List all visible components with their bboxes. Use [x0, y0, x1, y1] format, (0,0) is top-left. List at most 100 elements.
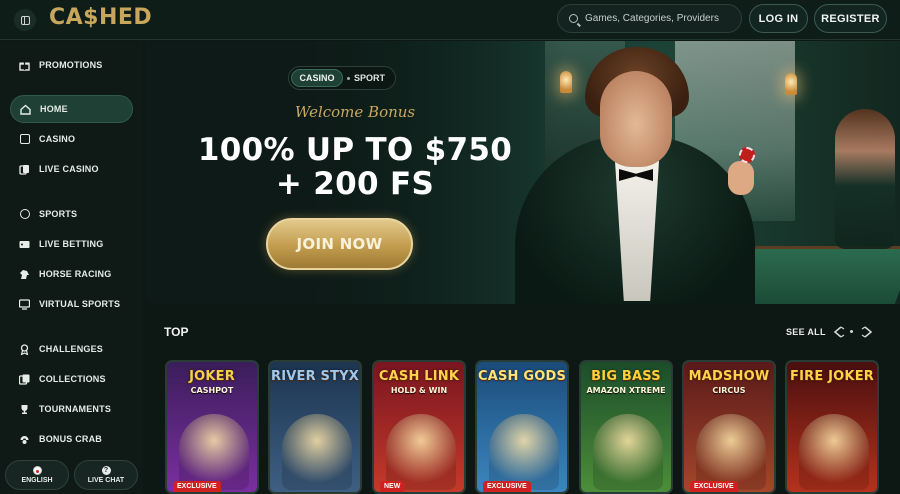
game-title: RIVER STYX — [271, 369, 359, 384]
medal-icon — [19, 343, 30, 355]
site-logo[interactable]: CA$HED — [49, 5, 152, 30]
sidebar: PROMOTIONS HOME CASINO LIVE CASINO SPORT… — [0, 41, 143, 494]
game-tile[interactable]: FIRE JOKER — [785, 360, 879, 494]
chat-icon: ? — [101, 466, 111, 475]
sidebar-item-home[interactable]: HOME — [10, 95, 133, 123]
casino-sport-toggle[interactable]: CASINO SPORT — [288, 66, 396, 90]
carousel-prev-button[interactable] — [832, 325, 846, 339]
sidebar-item-label: BONUS CRAB — [39, 434, 103, 444]
game-tile[interactable]: MADSHOW CIRCUS EXCLUSIVE — [682, 360, 776, 494]
sidebar-item-label: PROMOTIONS — [39, 60, 103, 70]
cards-icon — [19, 164, 30, 175]
sidebar-item-promotions[interactable]: PROMOTIONS — [10, 51, 133, 79]
game-artwork — [593, 414, 663, 490]
game-title: CASH GODS — [477, 369, 567, 384]
tab-casino[interactable]: CASINO — [291, 69, 343, 87]
sidebar-item-horse-racing[interactable]: HORSE RACING — [10, 260, 133, 288]
sidebar-item-bonus-crab[interactable]: BONUS CRAB — [10, 425, 133, 453]
hero-banner: CASINO SPORT Welcome Bonus 100% UP TO $7… — [145, 41, 900, 304]
game-title: CASH LINK — [378, 369, 460, 384]
language-selector-button[interactable]: ENGLISH — [5, 460, 69, 490]
carousel-next-button[interactable] — [860, 325, 874, 339]
bonus-offer-title: 100% UP TO $750 + 200 FS — [175, 133, 535, 201]
live-chat-label: LIVE CHAT — [87, 477, 125, 484]
sidebar-item-live-casino[interactable]: LIVE CASINO — [10, 155, 133, 183]
sidebar-item-label: HORSE RACING — [39, 269, 112, 279]
language-label: ENGLISH — [21, 477, 53, 484]
slot-machine-icon — [19, 134, 30, 145]
tab-sport[interactable]: SPORT — [354, 73, 385, 83]
game-subtitle: CASHPOT — [190, 386, 234, 395]
bonus-offer-line2: + 200 FS — [275, 166, 435, 202]
game-badge: NEW — [380, 481, 405, 492]
dealer-image — [835, 109, 895, 249]
game-tile[interactable]: BIG BASS AMAZON XTREME — [579, 360, 673, 494]
flag-icon — [32, 466, 42, 475]
lamp-icon — [785, 73, 797, 95]
horse-icon — [19, 269, 30, 280]
game-artwork — [386, 414, 456, 490]
live-chat-button[interactable]: ? LIVE CHAT — [74, 460, 138, 490]
game-tile[interactable]: CASH LINK HOLD & WIN NEW — [372, 360, 466, 494]
search-bar[interactable] — [557, 4, 742, 33]
game-tile[interactable]: RIVER STYX — [268, 360, 362, 494]
sidebar-item-challenges[interactable]: CHALLENGES — [10, 335, 133, 363]
sidebar-item-label: COLLECTIONS — [39, 374, 106, 384]
gentleman-hand-image — [728, 161, 754, 195]
search-input[interactable] — [585, 13, 735, 24]
carousel-dot — [850, 330, 853, 333]
login-button[interactable]: LOG IN — [749, 4, 808, 33]
trophy-icon — [19, 404, 30, 415]
sidebar-item-virtual-sports[interactable]: VIRTUAL SPORTS — [10, 290, 133, 318]
sidebar-toggle-icon — [20, 15, 30, 25]
game-title: MADSHOW — [688, 369, 770, 384]
welcome-bonus-heading: Welcome Bonus — [294, 103, 416, 121]
chevron-right-icon — [861, 326, 873, 338]
game-artwork — [282, 414, 352, 490]
top-header: CA$HED LOG IN REGISTER — [0, 0, 900, 40]
casino-table-image — [734, 246, 900, 304]
sidebar-item-casino[interactable]: CASINO — [10, 125, 133, 153]
game-title: BIG BASS — [591, 369, 661, 384]
register-button[interactable]: REGISTER — [814, 4, 887, 33]
game-tile[interactable]: JOKER CASHPOT EXCLUSIVE — [165, 360, 259, 494]
join-now-button[interactable]: JOIN NOW — [266, 218, 413, 270]
game-artwork — [179, 414, 249, 490]
bonus-offer-line1: 100% UP TO $750 — [197, 132, 513, 168]
section-title-top: TOP — [164, 325, 189, 339]
search-icon — [569, 14, 578, 23]
game-title: JOKER — [189, 369, 235, 384]
game-subtitle: HOLD & WIN — [390, 386, 448, 395]
game-subtitle: AMAZON XTREME — [586, 386, 666, 395]
sidebar-item-label: SPORTS — [39, 209, 78, 219]
chevron-left-icon — [833, 326, 845, 338]
game-badge: EXCLUSIVE — [483, 481, 531, 492]
sidebar-item-sports[interactable]: SPORTS — [10, 200, 133, 228]
home-icon — [20, 104, 31, 115]
sidebar-item-tournaments[interactable]: TOURNAMENTS — [10, 395, 133, 423]
sidebar-item-label: CASINO — [39, 134, 76, 144]
game-tile[interactable]: CASH GODS EXCLUSIVE — [475, 360, 569, 494]
collections-icon — [19, 374, 30, 385]
gift-icon — [19, 60, 30, 71]
sidebar-toggle-button[interactable] — [14, 9, 36, 31]
game-title: FIRE JOKER — [790, 369, 874, 384]
sidebar-item-collections[interactable]: COLLECTIONS — [10, 365, 133, 393]
sidebar-item-label: TOURNAMENTS — [39, 404, 112, 414]
sidebar-item-label: HOME — [40, 104, 68, 114]
crab-icon — [19, 434, 30, 445]
live-icon — [19, 239, 30, 250]
game-artwork — [799, 414, 869, 490]
game-badge: EXCLUSIVE — [173, 481, 221, 492]
sidebar-item-label: LIVE CASINO — [39, 164, 99, 174]
toggle-separator — [347, 76, 350, 80]
see-all-link[interactable]: SEE ALL — [786, 327, 826, 337]
sidebar-item-label: VIRTUAL SPORTS — [39, 299, 121, 309]
game-subtitle: CIRCUS — [712, 386, 746, 395]
game-artwork — [696, 414, 766, 490]
sidebar-item-live-betting[interactable]: LIVE BETTING — [10, 230, 133, 258]
sidebar-item-label: CHALLENGES — [39, 344, 104, 354]
ball-icon — [19, 209, 30, 220]
game-badge: EXCLUSIVE — [690, 481, 738, 492]
gentleman-face-image — [600, 71, 672, 167]
